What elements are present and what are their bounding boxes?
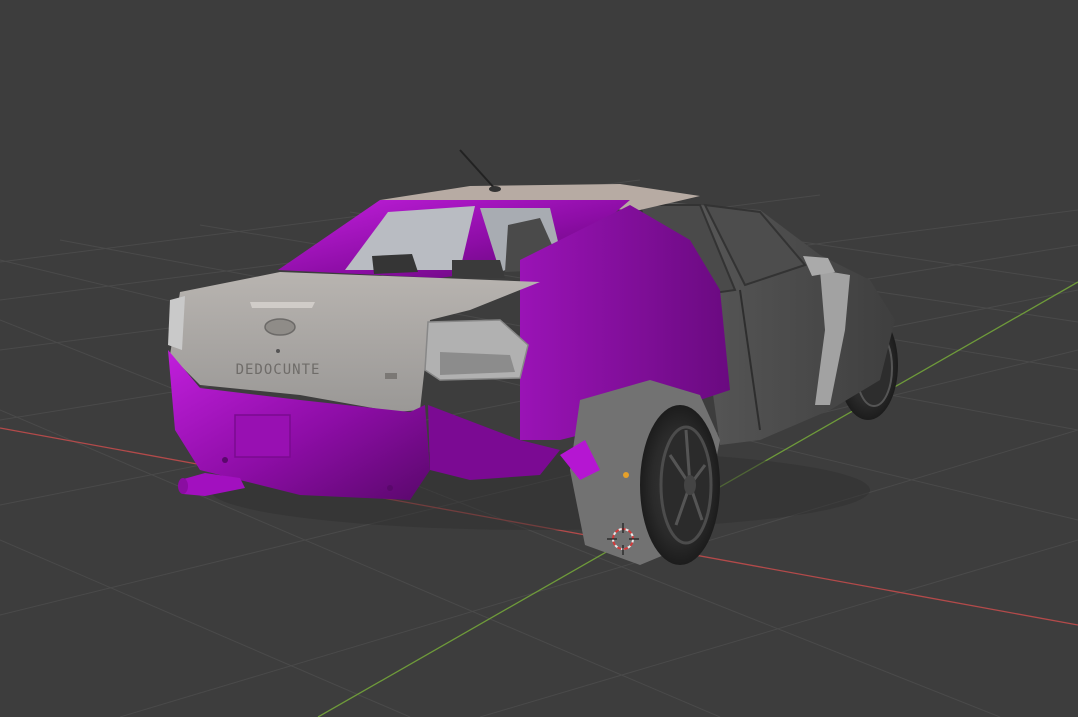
rear-left-wheel[interactable]	[640, 405, 720, 565]
object-origin-icon	[623, 472, 629, 478]
viewport-canvas[interactable]: DEDOCUNTE	[0, 0, 1078, 717]
model-badge: DEDOCUNTE	[236, 362, 321, 378]
brand-logo-icon	[264, 318, 296, 336]
plate-area	[234, 414, 291, 458]
3d-viewport[interactable]: DEDOCUNTE	[0, 0, 1078, 717]
antenna	[459, 149, 497, 191]
car-model[interactable]: DEDOCUNTE	[168, 149, 898, 565]
